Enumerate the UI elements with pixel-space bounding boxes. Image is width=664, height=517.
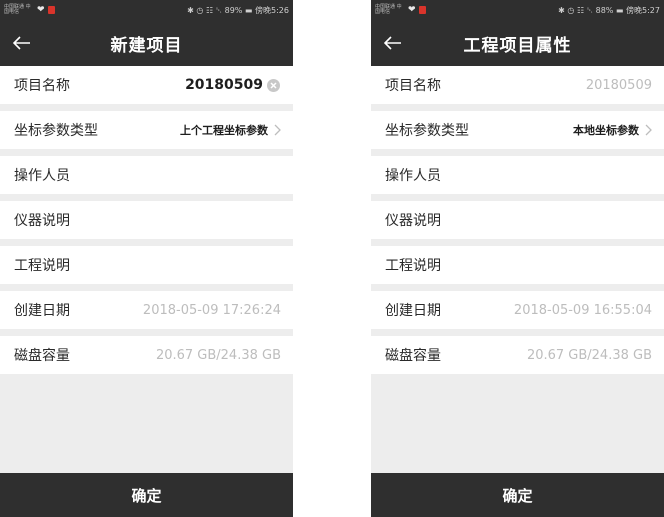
arrow-left-icon [13, 36, 30, 50]
disk-capacity-value: 20.67 GB/24.38 GB [526, 347, 652, 363]
field-label: 坐标参数类型 [14, 123, 98, 139]
heart-icon: ❤ [37, 5, 45, 15]
field-label: 创建日期 [385, 303, 441, 319]
field-label: 磁盘容量 [14, 348, 70, 364]
field-label: 磁盘容量 [385, 348, 441, 364]
arrow-left-icon [384, 36, 401, 50]
field-project-name[interactable]: 项目名称 20180509 [0, 66, 293, 104]
disk-capacity-value: 20.67 GB/24.38 GB [155, 347, 281, 363]
field-coordinate-type[interactable]: 坐标参数类型 本地坐标参数 [371, 111, 664, 149]
coordinate-type-value: 上个工程坐标参数 [180, 124, 268, 137]
field-operator[interactable]: 操作人员 [371, 156, 664, 194]
notification-icon [47, 6, 55, 14]
field-label: 仪器说明 [14, 213, 70, 229]
clear-circle-icon[interactable] [266, 78, 281, 93]
field-label: 工程说明 [385, 258, 441, 274]
field-created-date: 创建日期 2018-05-09 16:55:04 [371, 291, 664, 329]
screen-new-project: 中国联通 中国电信 ❤ ✱ ◷ ☷ ␡ 89% ▬ 傍晚5:26 新建项目 项目… [0, 0, 293, 517]
field-label: 操作人员 [14, 168, 70, 184]
field-label: 工程说明 [14, 258, 70, 274]
field-project-name: 项目名称 20180509 [371, 66, 664, 104]
field-label: 创建日期 [14, 303, 70, 319]
field-disk-capacity: 磁盘容量 20.67 GB/24.38 GB [371, 336, 664, 374]
project-form: 项目名称 20180509 坐标参数类型 本地坐标参数 操作人员 仪器说明 工程… [371, 66, 664, 381]
project-name-value: 20180509 [585, 77, 652, 93]
field-created-date: 创建日期 2018-05-09 17:26:24 [0, 291, 293, 329]
app-bar: 工程项目属性 [371, 20, 664, 66]
field-instrument[interactable]: 仪器说明 [371, 201, 664, 239]
field-coordinate-type[interactable]: 坐标参数类型 上个工程坐标参数 [0, 111, 293, 149]
project-form: 项目名称 20180509 坐标参数类型 上个工程坐标参数 操作人员 仪器说明 … [0, 66, 293, 381]
field-label: 仪器说明 [385, 213, 441, 229]
carrier-text: 中国联通 中国电信 [375, 4, 402, 15]
chevron-right-icon [645, 124, 652, 136]
field-label: 操作人员 [385, 168, 441, 184]
back-button[interactable] [371, 20, 415, 66]
app-bar: 新建项目 [0, 20, 293, 66]
field-instrument[interactable]: 仪器说明 [0, 201, 293, 239]
created-date-value: 2018-05-09 17:26:24 [142, 302, 281, 318]
heart-icon: ❤ [408, 5, 416, 15]
screen-project-properties: 中国联通 中国电信 ❤ ✱ ◷ ☷ ␡ 88% ▬ 傍晚5:27 工程项目属性 … [371, 0, 664, 517]
status-bar: 中国联通 中国电信 ❤ ✱ ◷ ☷ ␡ 89% ▬ 傍晚5:26 [0, 0, 293, 20]
field-label: 项目名称 [385, 78, 441, 94]
status-text: ✱ ◷ ☷ ␡ 89% ▬ 傍晚5:26 [187, 5, 289, 15]
field-operator[interactable]: 操作人员 [0, 156, 293, 194]
notification-icon [418, 6, 426, 14]
confirm-button[interactable]: 确定 [371, 473, 664, 517]
back-button[interactable] [0, 20, 44, 66]
status-bar: 中国联通 中国电信 ❤ ✱ ◷ ☷ ␡ 88% ▬ 傍晚5:27 [371, 0, 664, 20]
field-project-description[interactable]: 工程说明 [371, 246, 664, 284]
created-date-value: 2018-05-09 16:55:04 [513, 302, 652, 318]
field-label: 坐标参数类型 [385, 123, 469, 139]
coordinate-type-value: 本地坐标参数 [573, 124, 639, 137]
field-disk-capacity: 磁盘容量 20.67 GB/24.38 GB [0, 336, 293, 374]
chevron-right-icon [274, 124, 281, 136]
carrier-text: 中国联通 中国电信 [4, 4, 31, 15]
status-text: ✱ ◷ ☷ ␡ 88% ▬ 傍晚5:27 [558, 5, 660, 15]
project-name-input[interactable]: 20180509 [185, 77, 263, 93]
field-label: 项目名称 [14, 78, 70, 94]
field-project-description[interactable]: 工程说明 [0, 246, 293, 284]
confirm-button[interactable]: 确定 [0, 473, 293, 517]
